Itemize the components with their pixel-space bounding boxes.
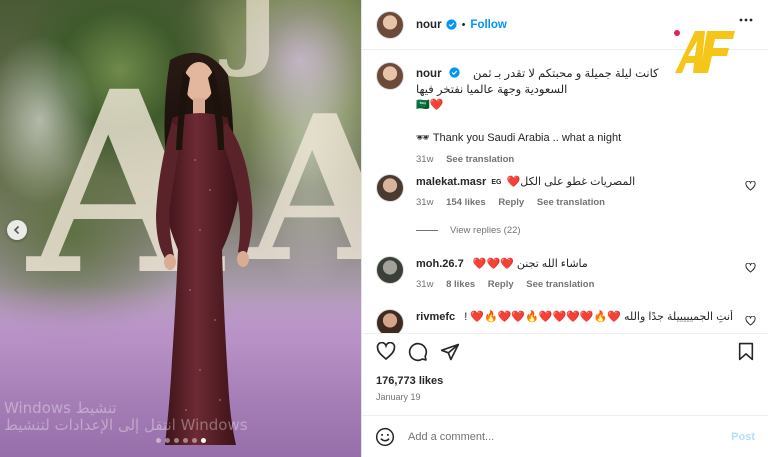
caption-text-line1: كانت ليلة جميلة و محبتكم لا تقدر بـ ثمن xyxy=(472,68,659,80)
emoji-smile-icon[interactable] xyxy=(375,427,395,447)
carousel-dot xyxy=(192,438,197,443)
share-send-icon[interactable] xyxy=(440,342,460,362)
caption-emoji: 🇸🇦❤️ xyxy=(416,99,444,111)
chevron-left-icon xyxy=(13,225,20,235)
verified-badge-icon xyxy=(445,19,457,30)
comment-username[interactable]: rivmefc xyxy=(416,311,455,323)
carousel-dots xyxy=(0,438,362,443)
avatar[interactable] xyxy=(376,62,404,90)
comments-scroll[interactable]: nour كانت ليلة جميلة و محبتكم لا تقدر بـ… xyxy=(362,50,768,333)
avatar[interactable] xyxy=(376,174,404,202)
timestamp: 31w xyxy=(416,279,434,290)
comment-username[interactable]: malekat.masr xyxy=(416,176,486,188)
carousel-dot xyxy=(165,438,170,443)
post-likes-count[interactable]: 176,773 likes xyxy=(376,375,443,387)
likes-count[interactable]: 8 likes xyxy=(446,279,475,290)
view-replies-button[interactable]: View replies (22) xyxy=(416,225,521,236)
timestamp: 31w xyxy=(416,154,434,165)
comment-text: أنتِ الجميييييلة جدًا والله ❤️🔥❤️❤️❤️❤️🔥… xyxy=(464,311,734,323)
comment-username[interactable]: moh.26.7 xyxy=(416,258,464,270)
caption-english: 🕶 Thank you Saudi Arabia .. what a night xyxy=(416,132,622,144)
like-comment-heart-icon[interactable] xyxy=(745,263,756,273)
replies-line xyxy=(416,230,438,231)
post-photo: J A A Windows تنشيط انتقل إلى الإعدادات … xyxy=(0,0,362,457)
action-bar xyxy=(362,333,768,369)
woman-figure xyxy=(156,52,253,445)
windows-activation-watermark: Windows تنشيط انتقل إلى الإعدادات لتنشيط… xyxy=(4,399,248,434)
avatar[interactable] xyxy=(376,256,404,284)
carousel-dot xyxy=(201,438,206,443)
timestamp: 31w xyxy=(416,197,434,208)
username[interactable]: nour xyxy=(416,19,442,31)
separator-dot: • xyxy=(461,18,466,31)
comment-text: ماشاء الله تجنن ❤️❤️❤️ xyxy=(472,258,588,270)
see-translation-link[interactable]: See translation xyxy=(446,154,514,165)
post-comment-button[interactable]: Post xyxy=(731,431,755,443)
likes-count[interactable]: 154 likes xyxy=(446,197,486,208)
see-translation-link[interactable]: See translation xyxy=(526,279,594,290)
comment-bubble-icon[interactable] xyxy=(408,342,428,362)
view-replies-label: View replies (22) xyxy=(450,225,521,236)
caption-meta: 31w See translation xyxy=(416,154,746,165)
reply-button[interactable]: Reply xyxy=(488,279,514,290)
avatar[interactable] xyxy=(376,10,404,39)
carousel-dot xyxy=(174,438,179,443)
see-translation-link[interactable]: See translation xyxy=(537,197,605,208)
add-comment-input[interactable] xyxy=(408,430,708,443)
caption-username[interactable]: nour xyxy=(416,68,442,80)
reply-button[interactable]: Reply xyxy=(498,197,524,208)
add-comment-bar: Post xyxy=(362,415,768,457)
like-comment-heart-icon[interactable] xyxy=(745,316,756,326)
like-heart-icon[interactable] xyxy=(376,342,396,361)
carousel-dot xyxy=(156,438,161,443)
save-bookmark-icon[interactable] xyxy=(738,342,754,361)
more-options-icon[interactable] xyxy=(739,18,753,22)
country-badge: EG xyxy=(491,179,502,186)
comment-text: المصريات غطو على الكل❤️ xyxy=(506,176,636,188)
verified-badge-icon xyxy=(449,67,460,78)
post-detail-panel: nour • Follow nour كانت ليلة جميلة و محب… xyxy=(362,0,768,457)
post-date: January 19 xyxy=(376,392,421,402)
like-comment-heart-icon[interactable] xyxy=(745,181,756,191)
follow-button[interactable]: Follow xyxy=(470,19,506,31)
caption-text-line2: السعودية وجهة عالميا نفتخر فيها xyxy=(416,84,568,96)
avatar[interactable] xyxy=(376,309,404,333)
carousel-dot xyxy=(183,438,188,443)
carousel-prev-button[interactable] xyxy=(7,220,27,240)
